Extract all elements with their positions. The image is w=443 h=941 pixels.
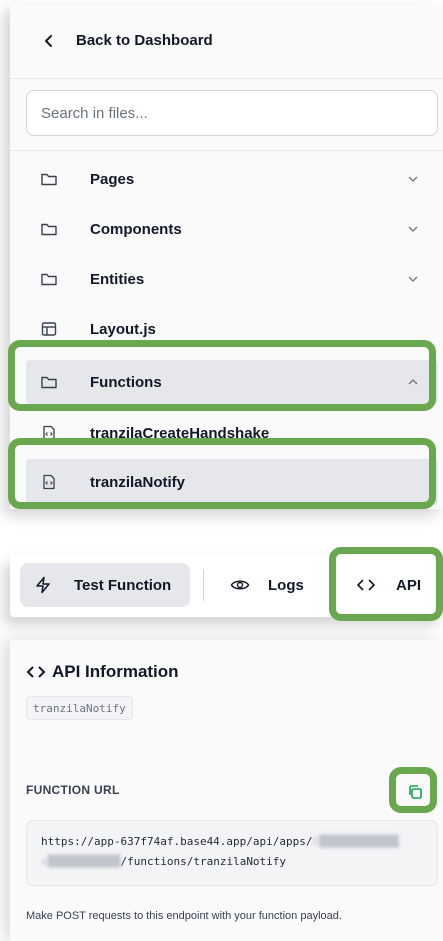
copy-url-button[interactable]: [403, 780, 427, 804]
function-url-label: FUNCTION URL: [26, 783, 120, 797]
tree-item-label: Pages: [90, 170, 135, 188]
folder-icon: [41, 173, 57, 186]
chevron-left-icon: [45, 35, 52, 47]
chevron-down-icon[interactable]: [407, 273, 419, 285]
tree-item-components[interactable]: Components: [26, 207, 438, 251]
tree-item-tranzila-create-handshake[interactable]: tranzilaCreateHandshake: [26, 413, 438, 453]
tree-item-pages[interactable]: Pages: [26, 157, 438, 201]
tab-api-label: API: [396, 576, 422, 594]
url-line-1-text: https://app-637f74af.base44.app/api/apps…: [41, 835, 313, 848]
code-brackets-icon: [26, 666, 46, 678]
copy-icon: [409, 785, 422, 799]
chevron-up-icon[interactable]: [407, 376, 419, 388]
tree-item-label: Functions: [90, 373, 162, 391]
api-usage-note: Make POST requests to this endpoint with…: [26, 910, 342, 922]
function-name-chip: tranzilaNotify: [26, 696, 133, 720]
divider: [10, 78, 443, 79]
tab-logs[interactable]: Logs: [226, 563, 326, 607]
api-title-label: API Information: [52, 662, 179, 681]
tree-item-layout-js[interactable]: Layout.js: [26, 307, 438, 351]
search-box[interactable]: [26, 90, 438, 136]
api-information-title: API Information: [26, 662, 179, 682]
code-file-icon: [43, 425, 55, 441]
layout-file-icon: [41, 322, 57, 336]
api-information-panel: API Information tranzilaNotify FUNCTION …: [10, 640, 443, 941]
code-file-icon: [43, 474, 55, 490]
search-input[interactable]: [41, 104, 437, 122]
function-url-box: https://app-637f74af.base44.app/api/apps…: [26, 820, 438, 886]
tab-separator: [203, 569, 204, 601]
back-to-dashboard-label: Back to Dashboard: [76, 32, 213, 49]
divider: [10, 150, 443, 151]
tree-item-entities[interactable]: Entities: [26, 257, 438, 301]
folder-icon: [41, 273, 57, 286]
tree-item-tranzila-notify[interactable]: tranzilaNotify: [26, 459, 438, 505]
folder-icon: [41, 223, 57, 236]
url-line-2: a███████████/functions/tranzilaNotify: [41, 855, 287, 868]
back-to-dashboard-link[interactable]: Back to Dashboard: [10, 4, 443, 78]
url-line-2-text: /functions/tranzilaNotify: [120, 855, 287, 868]
tree-item-label: Layout.js: [90, 320, 156, 338]
tab-api[interactable]: API: [342, 563, 438, 607]
function-tabs: Test Function Logs API: [10, 555, 443, 617]
lightning-icon: [36, 576, 50, 594]
chevron-down-icon[interactable]: [407, 173, 419, 185]
eye-icon: [230, 580, 250, 590]
tree-item-label: Entities: [90, 270, 145, 288]
url-redacted-2: a: [41, 855, 48, 868]
tab-test-function[interactable]: Test Function: [20, 563, 190, 607]
folder-icon: [41, 376, 57, 389]
tree-item-label: Components: [90, 220, 182, 238]
tab-test-function-label: Test Function: [74, 576, 172, 594]
tab-logs-label: Logs: [268, 576, 304, 594]
code-brackets-icon: [356, 579, 376, 591]
tree-item-label: tranzilaCreateHandshake: [90, 424, 270, 442]
tree-item-label: tranzilaNotify: [90, 473, 186, 491]
file-explorer-panel: Back to Dashboard Pages Components Entit…: [10, 4, 443, 509]
url-line-1: https://app-637f74af.base44.app/api/apps…: [41, 835, 399, 848]
chevron-down-icon[interactable]: [407, 223, 419, 235]
tree-item-functions[interactable]: Functions: [26, 360, 438, 404]
